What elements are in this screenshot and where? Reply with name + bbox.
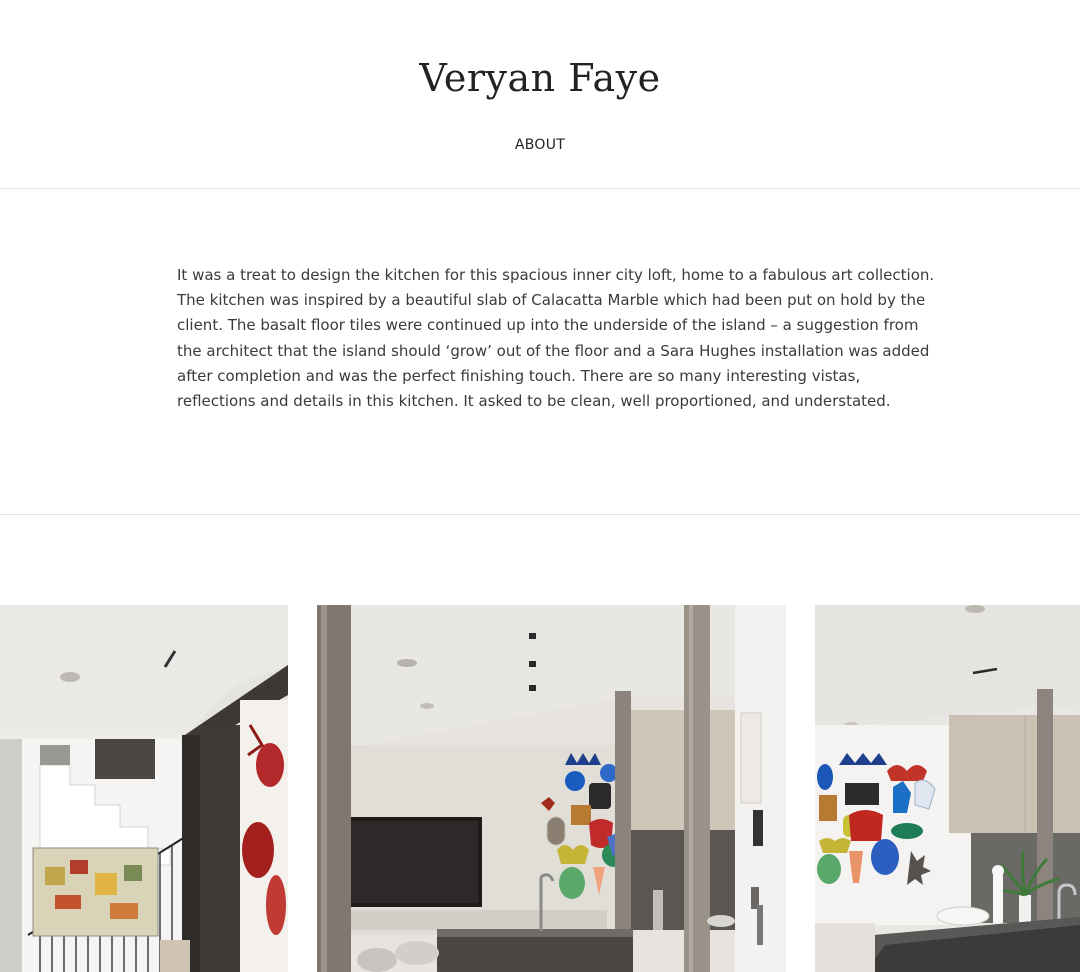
staircase-photo[interactable] [0, 605, 288, 972]
nav-item-about[interactable]: ABOUT [515, 137, 565, 153]
photo-gallery [0, 605, 1080, 972]
kitchen-island-photo[interactable] [815, 605, 1080, 972]
kitchen-island-photo-image [815, 605, 1080, 972]
site-title[interactable]: Veryan Faye [0, 56, 1080, 100]
staircase-photo-image [0, 605, 288, 972]
kitchen-living-photo[interactable] [317, 605, 786, 972]
kitchen-living-photo-image [317, 605, 786, 972]
site-header: Veryan Faye ABOUT [0, 0, 1080, 189]
project-description: It was a treat to design the kitchen for… [0, 189, 1080, 515]
main-nav: ABOUT [0, 134, 1080, 153]
project-description-text: It was a treat to design the kitchen for… [177, 266, 935, 411]
